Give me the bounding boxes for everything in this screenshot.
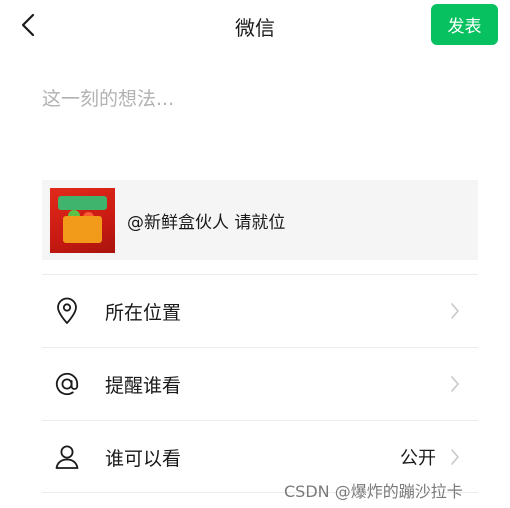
shared-link-card[interactable]: @新鲜盒伙人 请就位 <box>42 180 478 260</box>
top-bar: 微信 发表 <box>0 0 510 50</box>
thumbnail-banner <box>58 195 107 210</box>
watermark: CSDN @爆炸的蹦沙拉卡 <box>284 482 463 501</box>
remind-label: 提醒谁看 <box>105 374 182 397</box>
publish-button[interactable]: 发表 <box>431 4 498 45</box>
visibility-label: 谁可以看 <box>105 447 182 470</box>
location-label: 所在位置 <box>105 301 182 324</box>
thumbnail-gift-box <box>63 215 102 243</box>
remind-row[interactable]: 提醒谁看 <box>42 348 478 420</box>
chevron-right-icon <box>451 303 459 319</box>
shared-link-thumbnail <box>50 187 115 253</box>
chevron-right-icon <box>451 449 459 465</box>
location-row[interactable]: 所在位置 <box>42 275 478 347</box>
at-sign-icon <box>52 369 82 399</box>
post-text-input[interactable]: 这一刻的想法... <box>42 84 478 164</box>
location-pin-icon <box>52 296 82 326</box>
person-icon <box>52 442 82 472</box>
visibility-value: 公开 <box>400 448 436 469</box>
post-text-placeholder: 这一刻的想法... <box>42 88 175 110</box>
shared-link-title: @新鲜盒伙人 请就位 <box>127 212 286 233</box>
moments-compose-page: 微信 发表 这一刻的想法... @新鲜盒伙人 请就位 所在位置 提醒谁看 谁可以… <box>0 0 510 508</box>
chevron-right-icon <box>451 376 459 392</box>
